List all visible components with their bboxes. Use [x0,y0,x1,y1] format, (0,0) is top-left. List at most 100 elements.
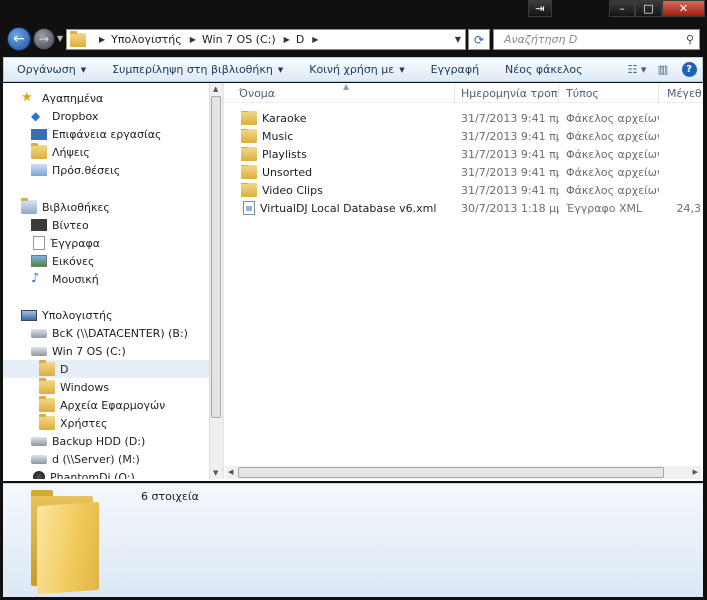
folder-icon [39,414,55,430]
nav-item-users[interactable]: Χρήστες [39,414,108,432]
file-name-cell: Karaoke [225,111,455,125]
file-size: 24,3 [676,201,702,215]
file-row[interactable]: Playlists 31/7/2013 9:41 πμ Φάκελος αρχε… [225,145,703,163]
search-icon[interactable]: ⚲ [686,33,694,46]
search-input[interactable]: Αναζήτηση D ⚲ [493,29,700,50]
share-with-button[interactable]: Κοινή χρήση με ▼ [296,63,417,76]
column-label: Όνομα [239,86,276,100]
minimize-icon[interactable]: – [609,0,635,17]
nav-label: Πρόσ.θέσεις [52,163,121,177]
nav-item-downloads[interactable]: Λήψεις [31,143,90,161]
column-header-date[interactable]: Ημερομηνία τροπ... [455,83,559,103]
nav-item-documents[interactable]: Έγγραφα [31,234,100,252]
organize-button[interactable]: Οργάνωση ▼ [4,63,99,76]
breadcrumb-item[interactable]: Win 7 OS (C:) ▶ [202,33,296,46]
column-header-type[interactable]: Τύπος [559,83,659,103]
nav-item-recent-places[interactable]: Πρόσ.θέσεις [31,161,120,179]
nav-label: PhantomDj (O:) [50,470,135,480]
pane-splitter[interactable] [222,83,224,479]
xml-file-icon [243,201,255,215]
file-date: 31/7/2013 9:41 πμ [461,147,559,161]
file-date: 31/7/2013 9:41 πμ [461,111,559,125]
breadcrumb-root[interactable]: ▶ [91,35,111,44]
nav-item-videos[interactable]: Βίντεο [31,216,89,234]
nav-item-drive-d[interactable]: Backup HDD (D:) [31,432,145,450]
nav-item-program-files[interactable]: Αρχεία Εφαρμογών [39,396,165,414]
nav-label: Dropbox [52,109,99,123]
scroll-left-icon[interactable]: ◀ [228,468,233,476]
restore-window-icon[interactable]: ⇥ [528,0,552,17]
nav-item-desktop[interactable]: Επιφάνεια εργασίας [31,125,161,143]
folder-icon [241,165,257,179]
back-button[interactable]: ← [7,27,31,51]
view-options-icon[interactable]: ☷ ▾ [624,61,650,79]
scroll-up-icon[interactable]: ▲ [213,85,218,93]
scrollbar-thumb[interactable] [211,96,221,418]
help-icon: ? [681,62,697,77]
folder-icon [241,129,257,143]
help-button[interactable]: ? [676,61,702,79]
navigation-scrollbar[interactable]: ▲ ▼ [209,83,222,479]
nav-item-dropbox[interactable]: ◆ Dropbox [31,107,98,125]
libraries-icon [21,198,37,214]
file-list: ▲ Όνομα Ημερομηνία τροπ... Τύπος Μέγεθ K… [225,83,703,479]
nav-item-drive-c[interactable]: Win 7 OS (C:) [31,342,126,360]
nav-label: D [60,362,69,376]
nav-favorites[interactable]: ★ Αγαπημένα [21,89,103,107]
file-row[interactable]: Karaoke 31/7/2013 9:41 πμ Φάκελος αρχείω… [225,109,703,127]
dropbox-icon: ◆ [31,109,41,123]
nav-item-pictures[interactable]: Εικόνες [31,252,94,270]
folder-icon [241,147,257,161]
chevron-down-icon: ▼ [277,65,284,74]
file-date: 31/7/2013 9:41 πμ [461,183,559,197]
file-row[interactable]: VirtualDJ Local Database v6.xml 30/7/201… [225,199,703,217]
address-bar[interactable]: ▶ Υπολογιστής ▶ Win 7 OS (C:) ▶ D ▶ ▼ [66,29,466,50]
nav-item-drive-o[interactable]: PhantomDj (O:) [31,468,135,479]
nav-label: Λήψεις [52,145,90,159]
preview-pane-icon[interactable]: ▥ [650,61,676,79]
document-icon [33,236,45,250]
file-name-cell: Music [225,129,455,143]
nav-item-network-drive-m[interactable]: d (\\Server) (M:) [31,450,140,468]
picture-icon [31,255,47,267]
nav-item-folder-d[interactable]: D [3,360,209,378]
close-icon[interactable]: ✕ [662,0,705,17]
arrow-left-icon: ← [13,31,25,47]
scroll-down-icon[interactable]: ▼ [213,469,218,477]
maximize-icon[interactable]: □ [635,0,662,17]
nav-item-windows[interactable]: Windows [39,378,109,396]
file-name-cell: VirtualDJ Local Database v6.xml [225,201,455,215]
file-row[interactable]: Music 31/7/2013 9:41 πμ Φάκελος αρχείων [225,127,703,145]
nav-label: Windows [60,380,110,394]
burn-button[interactable]: Εγγραφή [418,63,492,76]
nav-label: Μουσική [52,272,99,286]
column-header-size[interactable]: Μέγεθ [659,83,703,103]
chevron-down-icon[interactable]: ▼ [455,35,461,44]
new-folder-button[interactable]: Νέος φάκελος [492,63,596,76]
nav-computer[interactable]: Υπολογιστής [21,306,113,324]
column-header-name[interactable]: Όνομα [225,83,455,103]
breadcrumb-item[interactable]: D ▶ [296,33,325,46]
scroll-right-icon[interactable]: ▶ [693,468,698,476]
chevron-right-icon: ▶ [189,35,196,44]
recent-pages-chevron-icon[interactable]: ▼ [57,34,63,43]
file-row[interactable]: Video Clips 31/7/2013 9:41 πμ Φάκελος αρ… [225,181,703,199]
explorer-window: ⇥ – □ ✕ ← → ▼ ▶ Υπολογιστής ▶ Win 7 OS (C… [0,0,707,600]
refresh-button[interactable]: ⟳ [468,29,490,50]
chevron-down-icon: ▼ [80,65,87,74]
file-name: Unsorted [262,165,313,179]
music-note-icon: ♪ [31,271,40,286]
breadcrumb-item[interactable]: Υπολογιστής ▶ [111,33,202,46]
nav-label: Βιβλιοθήκες [42,200,110,214]
scrollbar-thumb[interactable] [238,467,664,478]
horizontal-scrollbar[interactable]: ◀ ▶ [225,466,701,479]
nav-libraries[interactable]: Βιβλιοθήκες [21,198,110,216]
folder-icon [241,183,257,197]
nav-item-network-drive-b[interactable]: BcK (\\DATACENTER) (B:) [31,324,188,342]
include-in-library-button[interactable]: Συμπερίληψη στη βιβλιοθήκη ▼ [99,63,296,76]
nav-item-music[interactable]: ♪ Μουσική [31,270,99,288]
file-name: Video Clips [262,183,323,197]
file-row[interactable]: Unsorted 31/7/2013 9:41 πμ Φάκελος αρχεί… [225,163,703,181]
file-name: Karaoke [262,111,307,125]
forward-button[interactable]: → [33,28,55,50]
